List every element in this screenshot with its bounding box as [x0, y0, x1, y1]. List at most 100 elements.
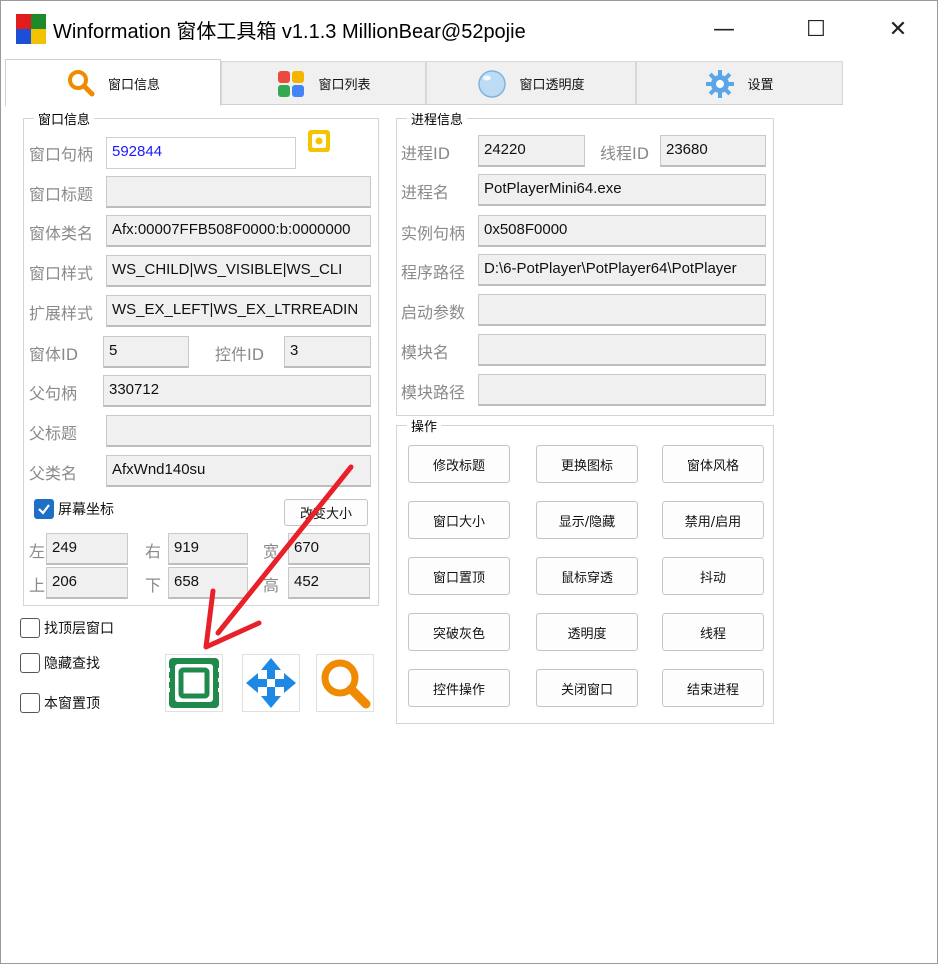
form-id-field[interactable]: 5	[103, 336, 189, 368]
transparency-button[interactable]: 透明度	[536, 613, 638, 651]
control-id-label: 控件ID	[215, 345, 265, 364]
tab-bar: 窗口信息 窗口列表 窗口透明度 设置	[5, 59, 843, 106]
pid-label: 进程ID	[401, 144, 451, 163]
handle-field[interactable]: 592844	[106, 137, 296, 169]
end-process-button[interactable]: 结束进程	[662, 669, 764, 707]
instance-label: 实例句柄	[401, 224, 466, 243]
module-path-label: 模块路径	[401, 383, 466, 402]
group-title: 进程信息	[407, 109, 468, 128]
maximize-button[interactable]: ☐	[781, 1, 851, 57]
window-style-button[interactable]: 窗体风格	[662, 445, 764, 483]
tid-label: 线程ID	[600, 144, 650, 163]
process-name-label: 进程名	[401, 183, 450, 202]
color-grid-icon	[276, 69, 306, 99]
find-top-window-checkbox[interactable]: 找顶层窗口	[20, 618, 114, 638]
process-name-field[interactable]: PotPlayerMini64.exe	[478, 174, 766, 206]
exstyle-field[interactable]: WS_EX_LEFT|WS_EX_LTRREADIN	[106, 295, 371, 327]
parent-handle-label: 父句柄	[29, 384, 78, 403]
instance-field[interactable]: 0x508F0000	[478, 215, 766, 247]
control-ops-button[interactable]: 控件操作	[408, 669, 510, 707]
group-title: 操作	[407, 416, 442, 435]
magnifier-icon	[321, 659, 371, 709]
width-label: 宽	[263, 542, 280, 561]
right-field[interactable]: 919	[168, 533, 248, 565]
right-label: 右	[145, 542, 162, 561]
exstyle-label: 扩展样式	[29, 304, 94, 323]
parent-class-label: 父类名	[29, 464, 78, 483]
screen-coords-label: 屏幕坐标	[58, 502, 114, 518]
close-window-button[interactable]: 关闭窗口	[536, 669, 638, 707]
app-window: Winformation 窗体工具箱 v1.1.3 MillionBear@52…	[0, 0, 938, 964]
tab-label: 窗口列表	[318, 78, 371, 93]
width-field[interactable]: 670	[288, 533, 370, 565]
screen-coords-checkbox[interactable]: 屏幕坐标	[34, 499, 114, 519]
show-hide-button[interactable]: 显示/隐藏	[536, 501, 638, 539]
parent-class-field[interactable]: AfxWnd140su	[106, 455, 371, 487]
top-field[interactable]: 206	[46, 567, 128, 599]
checkmark-icon	[34, 499, 54, 519]
tab-label: 设置	[747, 78, 774, 93]
tab-window-info[interactable]: 窗口信息	[5, 59, 221, 106]
args-label: 启动参数	[401, 303, 466, 322]
tab-settings[interactable]: 设置	[636, 61, 843, 105]
break-grey-button[interactable]: 突破灰色	[408, 613, 510, 651]
group-title: 窗口信息	[34, 109, 95, 128]
class-label: 窗体类名	[29, 224, 94, 243]
app-logo-icon	[16, 14, 46, 44]
top-label: 上	[29, 576, 46, 595]
close-icon: ✕	[888, 16, 908, 42]
tab-window-transparency[interactable]: 窗口透明度	[426, 61, 636, 105]
tid-field[interactable]: 23680	[660, 135, 766, 167]
hide-find-checkbox[interactable]: 隐藏查找	[20, 653, 100, 673]
left-label: 左	[29, 542, 46, 561]
left-field[interactable]: 249	[46, 533, 128, 565]
handle-label: 窗口句柄	[29, 145, 94, 164]
thread-button[interactable]: 线程	[662, 613, 764, 651]
find-top-window-label: 找顶层窗口	[44, 621, 114, 637]
move-window-button[interactable]	[242, 654, 300, 712]
parent-handle-field[interactable]: 330712	[103, 375, 371, 407]
window-finder-button[interactable]	[165, 654, 223, 712]
move-arrows-icon	[246, 658, 296, 708]
module-path-field[interactable]	[478, 374, 766, 406]
minimize-icon: —	[713, 16, 735, 42]
path-field[interactable]: D:\6-PotPlayer\PotPlayer64\PotPlayer	[478, 254, 766, 286]
window-topmost-button[interactable]: 窗口置顶	[408, 557, 510, 595]
resize-button[interactable]: 改变大小	[284, 499, 368, 526]
close-button[interactable]: ✕	[863, 1, 933, 57]
search-window-button[interactable]	[316, 654, 374, 712]
title-bar: Winformation 窗体工具箱 v1.1.3 MillionBear@52…	[1, 1, 937, 57]
window-title: Winformation 窗体工具箱 v1.1.3 MillionBear@52…	[53, 21, 526, 43]
style-label: 窗口样式	[29, 264, 94, 283]
bottom-field[interactable]: 658	[168, 567, 248, 599]
path-label: 程序路径	[401, 263, 466, 282]
stay-on-top-checkbox[interactable]: 本窗置顶	[20, 693, 100, 713]
mouse-passthrough-button[interactable]: 鼠标穿透	[536, 557, 638, 595]
change-icon-button[interactable]: 更换图标	[536, 445, 638, 483]
title-field[interactable]	[106, 176, 371, 208]
finder-target[interactable]	[305, 127, 349, 171]
gear-icon	[705, 69, 735, 99]
args-field[interactable]	[478, 294, 766, 326]
class-field[interactable]: Afx:00007FFB508F0000:b:0000000	[106, 215, 371, 247]
bubble-icon	[477, 69, 507, 99]
style-field[interactable]: WS_CHILD|WS_VISIBLE|WS_CLI	[106, 255, 371, 287]
edit-title-button[interactable]: 修改标题	[408, 445, 510, 483]
hide-find-label: 隐藏查找	[44, 656, 100, 672]
shake-button[interactable]: 抖动	[662, 557, 764, 595]
tab-label: 窗口信息	[107, 77, 160, 93]
window-size-button[interactable]: 窗口大小	[408, 501, 510, 539]
tab-window-list[interactable]: 窗口列表	[221, 61, 426, 105]
parent-title-field[interactable]	[106, 415, 371, 447]
control-id-field[interactable]: 3	[284, 336, 371, 368]
minimize-button[interactable]: —	[689, 1, 759, 57]
module-label: 模块名	[401, 343, 450, 362]
form-id-label: 窗体ID	[29, 345, 79, 364]
disable-enable-button[interactable]: 禁用/启用	[662, 501, 764, 539]
height-field[interactable]: 452	[288, 567, 370, 599]
module-field[interactable]	[478, 334, 766, 366]
parent-title-label: 父标题	[29, 424, 78, 443]
window-finder-icon	[167, 658, 221, 708]
title-label: 窗口标题	[29, 185, 94, 204]
pid-field[interactable]: 24220	[478, 135, 585, 167]
